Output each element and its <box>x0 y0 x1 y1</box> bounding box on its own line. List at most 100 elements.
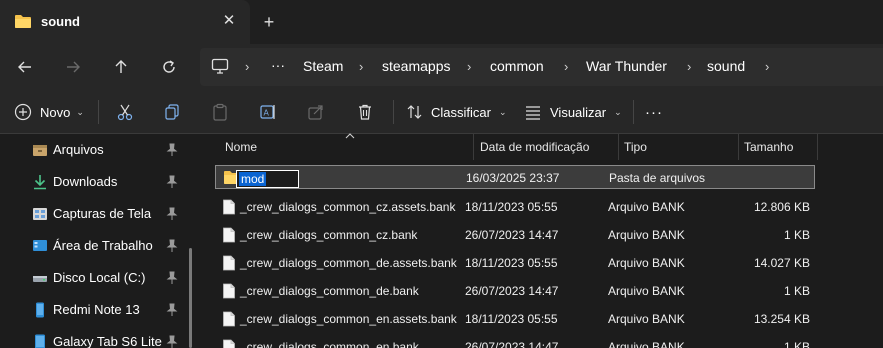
navigation-bar: › ··· Steam › steamapps › common › War T… <box>0 44 883 90</box>
column-divider[interactable] <box>817 134 818 160</box>
paste-button[interactable] <box>211 100 229 124</box>
sidebar-item-arquivos[interactable]: Arquivos <box>0 134 200 166</box>
column-header-type[interactable]: Tipo <box>624 134 738 160</box>
breadcrumb-item[interactable]: Steam <box>303 58 343 74</box>
tab-sound[interactable]: sound ✕ <box>0 0 250 44</box>
chevron-right-icon[interactable]: › <box>564 59 568 74</box>
column-divider[interactable] <box>618 134 619 160</box>
chevron-right-icon[interactable]: › <box>467 59 471 74</box>
rename-button[interactable]: A <box>259 100 277 124</box>
file-date: 26/07/2023 14:47 <box>465 228 559 242</box>
table-row[interactable]: _crew_dialogs_common_de.assets.bank 18/1… <box>215 251 815 275</box>
column-divider[interactable] <box>738 134 739 160</box>
breadcrumb-overflow[interactable]: ··· <box>271 57 285 73</box>
pin-icon[interactable] <box>166 335 178 348</box>
file-icon <box>223 311 235 327</box>
table-row[interactable]: _crew_dialogs_common_cz.assets.bank 18/1… <box>215 195 815 219</box>
sidebar-item-galaxy-tab[interactable]: Galaxy Tab S6 Lite <box>0 326 200 348</box>
sidebar-item-label: Disco Local (C:) <box>53 270 146 285</box>
breadcrumb-item[interactable]: common <box>490 58 544 74</box>
back-button[interactable] <box>9 51 41 83</box>
pin-icon[interactable] <box>166 239 178 253</box>
view-button[interactable]: Visualizar ⌄ <box>524 100 622 124</box>
tab-title: sound <box>41 14 80 29</box>
arrow-right-icon <box>67 61 80 73</box>
share-button[interactable] <box>307 100 325 124</box>
desktop-icon <box>33 240 47 251</box>
sort-button[interactable]: Classificar ⌄ <box>406 100 507 124</box>
column-header-date[interactable]: Data de modificação <box>480 134 618 160</box>
table-row[interactable]: _crew_dialogs_common_de.bank 26/07/2023 … <box>215 279 815 303</box>
sort-icon <box>407 105 422 119</box>
chevron-right-icon[interactable]: › <box>765 59 769 74</box>
table-row[interactable]: mod 16/03/2025 23:37 Pasta de arquivos <box>215 165 815 189</box>
chevron-right-icon[interactable]: › <box>687 59 691 74</box>
sidebar-item-downloads[interactable]: Downloads <box>0 166 200 198</box>
file-size: 1 KB <box>783 340 810 348</box>
breadcrumb-item[interactable]: steamapps <box>382 58 450 74</box>
rename-input[interactable]: mod <box>236 170 299 188</box>
chevron-right-icon[interactable]: › <box>359 59 363 74</box>
sidebar-item-capturas[interactable]: Capturas de Tela <box>0 198 200 230</box>
file-type: Pasta de arquivos <box>609 171 706 185</box>
cut-button[interactable] <box>116 100 134 124</box>
arrow-up-icon <box>115 60 127 73</box>
sidebar-item-redmi-note-13[interactable]: Redmi Note 13 <box>0 294 200 326</box>
list-view-icon <box>526 106 540 120</box>
column-divider[interactable] <box>473 134 474 160</box>
folder-icon <box>33 145 47 156</box>
file-type: Arquivo BANK <box>608 200 685 214</box>
breadcrumb-item[interactable]: War Thunder <box>586 58 667 74</box>
file-type: Arquivo BANK <box>608 340 685 348</box>
file-icon <box>223 227 235 243</box>
plus-circle-icon <box>14 103 32 121</box>
more-options-button[interactable]: ··· <box>645 100 663 124</box>
file-name: _crew_dialogs_common_en.assets.bank <box>240 312 457 326</box>
table-row[interactable]: _crew_dialogs_common_cz.bank 26/07/2023 … <box>215 223 815 247</box>
file-name: _crew_dialogs_common_en.bank <box>240 340 419 348</box>
refresh-button[interactable] <box>153 51 185 83</box>
pin-icon[interactable] <box>166 271 178 285</box>
chevron-right-icon: › <box>245 59 250 74</box>
divider <box>98 100 99 124</box>
sidebar-item-label: Capturas de Tela <box>53 206 152 221</box>
screenshots-icon <box>33 208 47 220</box>
file-name: _crew_dialogs_common_de.assets.bank <box>240 256 457 270</box>
share-icon <box>308 105 323 120</box>
address-bar[interactable]: › ··· Steam › steamapps › common › War T… <box>200 48 883 86</box>
pin-icon[interactable] <box>166 143 178 157</box>
file-icon <box>223 199 235 215</box>
pin-icon[interactable] <box>166 303 178 317</box>
file-name: _crew_dialogs_common_cz.assets.bank <box>240 200 456 214</box>
forward-button[interactable] <box>57 51 89 83</box>
chevron-down-icon: ⌄ <box>614 106 622 117</box>
new-tab-button[interactable]: + <box>258 11 280 33</box>
delete-button[interactable] <box>356 100 374 124</box>
chevron-down-icon: ⌄ <box>498 106 507 117</box>
copy-button[interactable] <box>163 100 181 124</box>
copy-icon <box>165 104 179 120</box>
sidebar-item-disco-local[interactable]: Disco Local (C:) <box>0 262 200 294</box>
new-button[interactable]: Novo ⌄ <box>14 100 84 124</box>
close-tab-icon[interactable]: ✕ <box>219 11 239 31</box>
clipboard-icon <box>213 103 227 121</box>
rename-selection: mod <box>239 172 267 186</box>
file-list: Nome Data de modificação Tipo Tamanho mo… <box>200 133 883 348</box>
file-date: 26/07/2023 14:47 <box>465 340 559 348</box>
pin-icon[interactable] <box>166 207 178 221</box>
table-row[interactable]: _crew_dialogs_common_en.assets.bank 18/1… <box>215 307 815 331</box>
column-header-size[interactable]: Tamanho <box>744 134 817 160</box>
view-label: Visualizar <box>550 104 607 120</box>
column-header-name[interactable]: Nome <box>225 134 473 160</box>
file-icon <box>223 283 235 299</box>
computer-icon <box>211 58 229 74</box>
svg-text:A: A <box>264 109 270 118</box>
pin-icon[interactable] <box>166 175 178 189</box>
table-row[interactable]: _crew_dialogs_common_en.bank 26/07/2023 … <box>215 335 815 348</box>
sidebar-scrollbar[interactable] <box>189 248 192 348</box>
up-button[interactable] <box>105 51 137 83</box>
breadcrumb-item[interactable]: sound <box>707 58 745 74</box>
sidebar-item-area-de-trabalho[interactable]: Área de Trabalho <box>0 230 200 262</box>
file-icon <box>223 339 235 348</box>
sidebar-item-label: Downloads <box>53 174 118 189</box>
